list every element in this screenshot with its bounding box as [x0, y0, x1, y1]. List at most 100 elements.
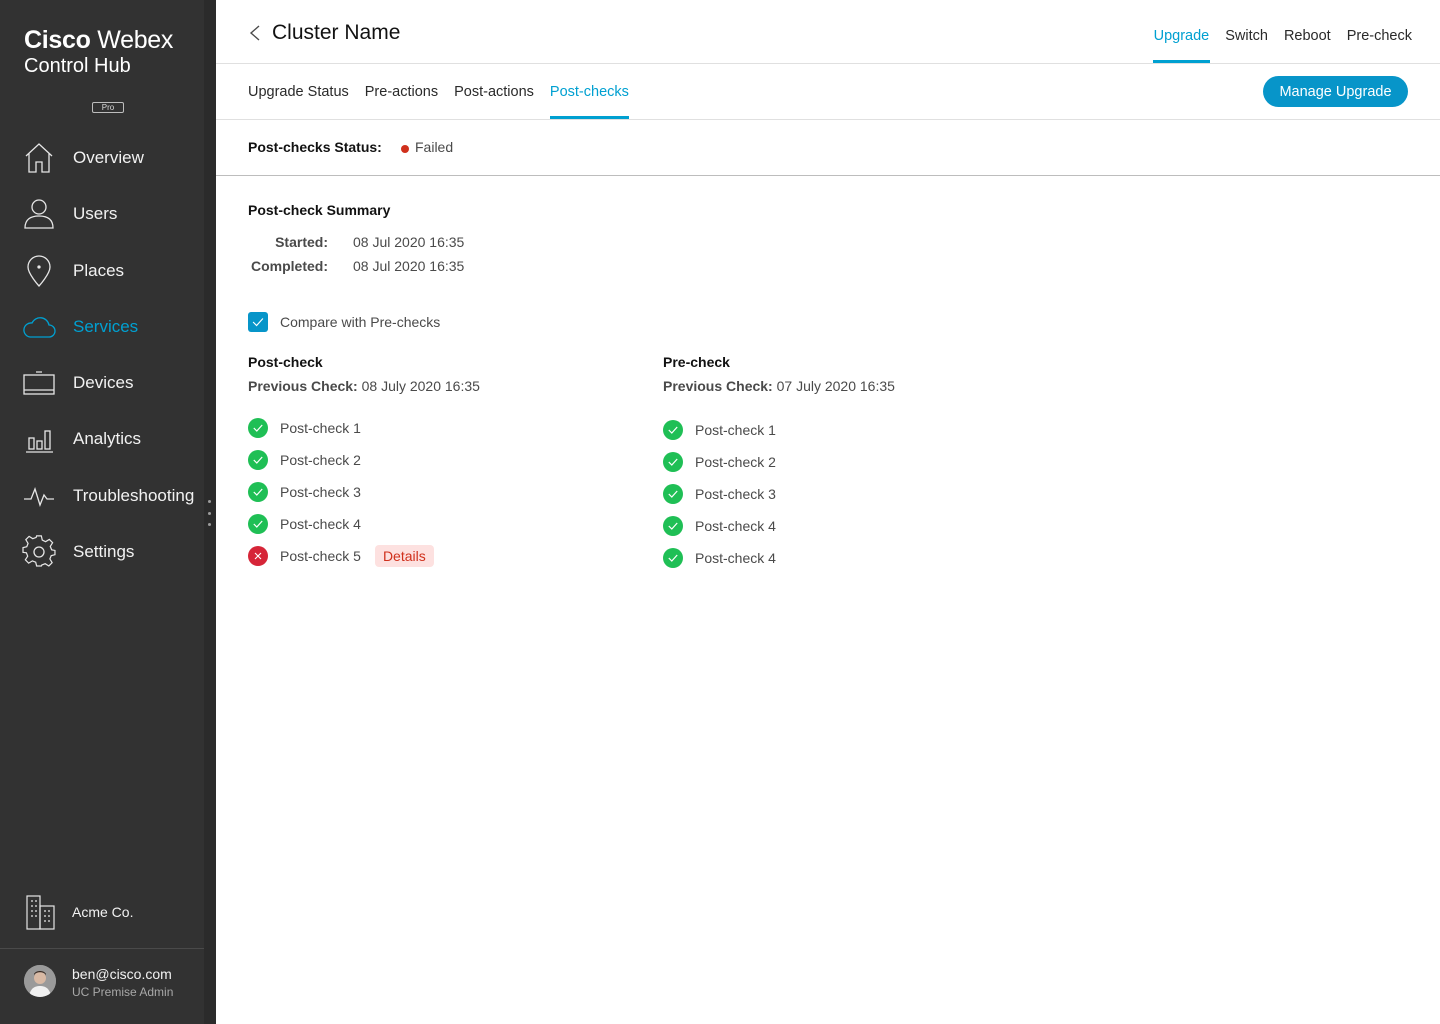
check-circle-icon — [248, 450, 268, 470]
previous-check-label: Previous Check: — [248, 378, 358, 394]
tab-post-checks[interactable]: Post-checks — [542, 64, 637, 119]
tab-pre-check[interactable]: Pre-check — [1339, 0, 1420, 63]
list-item: Post-check 2 — [663, 446, 1043, 478]
list-item: Post-check 3 — [248, 476, 628, 508]
user-icon — [22, 197, 56, 231]
home-icon — [22, 141, 56, 175]
precheck-previous: Previous Check: 07 July 2020 16:35 — [663, 377, 1043, 395]
check-circle-icon — [663, 484, 683, 504]
pulse-icon — [22, 479, 56, 513]
sidebar: Cisco Webex Control Hub Pro Overview Use… — [0, 0, 204, 1024]
compare-checkbox[interactable]: Compare with Pre-checks — [248, 312, 440, 332]
brand-product: Control Hub — [24, 55, 131, 77]
check-circle-icon — [663, 452, 683, 472]
status-label: Post-checks Status: — [248, 139, 382, 155]
check-circle-icon — [663, 516, 683, 536]
sidebar-item-analytics[interactable]: Analytics — [0, 410, 204, 466]
avatar — [24, 965, 56, 997]
check-label: Post-check 4 — [280, 516, 361, 532]
tab-reboot[interactable]: Reboot — [1276, 0, 1339, 63]
gear-icon — [22, 535, 56, 569]
sidebar-item-users[interactable]: Users — [0, 185, 204, 241]
check-label: Post-check 2 — [280, 452, 361, 468]
started-label: Started: — [275, 234, 328, 250]
check-label: Post-check 4 — [695, 518, 776, 534]
previous-check-value: 07 July 2020 16:35 — [776, 378, 895, 394]
list-item: Post-check 4 — [663, 542, 1043, 574]
chevron-left-icon[interactable] — [248, 24, 262, 42]
tab-upgrade[interactable]: Upgrade — [1146, 0, 1218, 63]
building-icon — [24, 894, 56, 930]
sidebar-item-troubleshooting[interactable]: Troubleshooting — [0, 467, 204, 523]
sidebar-item-overview[interactable]: Overview — [0, 129, 204, 185]
postcheck-title: Post-check — [248, 354, 323, 370]
check-label: Post-check 3 — [280, 484, 361, 500]
previous-check-label: Previous Check: — [663, 378, 773, 394]
page-title: Cluster Name — [272, 21, 401, 44]
previous-check-value: 08 July 2020 16:35 — [361, 378, 480, 394]
tab-upgrade-status[interactable]: Upgrade Status — [240, 64, 357, 119]
check-label: Post-check 4 — [695, 550, 776, 566]
user-role: UC Premise Admin — [72, 985, 174, 999]
postcheck-list: Post-check 1 Post-check 2 Post-check 3 P… — [248, 412, 628, 572]
postcheck-column: Post-check Previous Check: 08 July 2020 … — [248, 353, 628, 567]
check-circle-icon — [248, 514, 268, 534]
resize-handle-icon[interactable] — [207, 500, 212, 526]
divider — [0, 948, 204, 949]
check-circle-icon — [248, 418, 268, 438]
list-item: Post-check 1 — [663, 414, 1043, 446]
postcheck-previous: Previous Check: 08 July 2020 16:35 — [248, 377, 628, 395]
details-button[interactable]: Details — [374, 545, 434, 567]
compare-label: Compare with Pre-checks — [280, 314, 441, 330]
sidebar-item-label: Settings — [73, 542, 135, 562]
check-circle-icon — [248, 482, 268, 502]
list-item: Post-check 4 — [248, 508, 628, 540]
list-item: Post-check 1 — [248, 412, 628, 444]
sidebar-item-label: Overview — [73, 148, 144, 167]
started-value: 08 Jul 2020 16:35 — [353, 234, 465, 250]
list-item: Post-check 3 — [663, 478, 1043, 510]
sidebar-item-devices[interactable]: Devices — [0, 354, 204, 410]
user-email: ben@cisco.com — [72, 966, 172, 982]
summary-title: Post-check Summary — [248, 202, 391, 218]
list-item: Post-check 2 — [248, 444, 628, 476]
sidebar-nav: Overview Users Places Services Devices A… — [0, 129, 204, 579]
brand-name-light: Webex — [97, 26, 174, 54]
sub-tabs: Upgrade Status Pre-actions Post-actions … — [240, 64, 637, 119]
status-badge: Failed — [415, 139, 454, 155]
list-item: Post-check 5 Details — [248, 540, 628, 572]
sidebar-item-places[interactable]: Places — [0, 242, 204, 298]
sidebar-item-settings[interactable]: Settings — [0, 523, 204, 579]
sidebar-item-label: Analytics — [73, 429, 142, 449]
precheck-list: Post-check 1 Post-check 2 Post-check 3 P… — [663, 414, 1043, 574]
checkmark-icon[interactable] — [248, 312, 268, 332]
status-bar: Post-checks Status: Failed — [216, 120, 1440, 176]
check-label: Post-check 5 — [280, 548, 361, 564]
check-label: Post-check 3 — [695, 486, 776, 502]
tab-post-actions[interactable]: Post-actions — [446, 64, 542, 119]
sidebar-item-services[interactable]: Services — [0, 298, 204, 354]
list-item: Post-check 4 — [663, 510, 1043, 542]
user-profile[interactable]: ben@cisco.com UC Premise Admin — [0, 950, 204, 1024]
org-name: Acme Co. — [72, 904, 134, 920]
sub-tabs-bar: Upgrade Status Pre-actions Post-actions … — [216, 64, 1440, 120]
device-icon — [22, 366, 56, 400]
tab-pre-actions[interactable]: Pre-actions — [357, 64, 446, 119]
bar-chart-icon — [22, 422, 56, 456]
sidebar-item-label: Troubleshooting — [73, 485, 195, 505]
sidebar-item-label: Devices — [73, 373, 134, 393]
main-content: Cluster Name Upgrade Switch Reboot Pre-c… — [216, 0, 1440, 1024]
org-switcher[interactable]: Acme Co. — [0, 880, 204, 946]
tab-switch[interactable]: Switch — [1217, 0, 1276, 63]
cloud-icon — [22, 310, 56, 344]
plan-badge: Pro — [92, 102, 124, 113]
brand-logo: Cisco Webex Control Hub — [24, 26, 194, 78]
check-circle-icon — [663, 420, 683, 440]
error-circle-icon — [248, 546, 268, 566]
header: Cluster Name Upgrade Switch Reboot Pre-c… — [216, 0, 1440, 64]
manage-upgrade-button[interactable]: Manage Upgrade — [1263, 76, 1408, 107]
check-label: Post-check 1 — [280, 420, 361, 436]
location-pin-icon — [22, 254, 56, 288]
completed-label: Completed: — [251, 258, 328, 274]
brand-name-bold: Cisco — [24, 26, 91, 54]
